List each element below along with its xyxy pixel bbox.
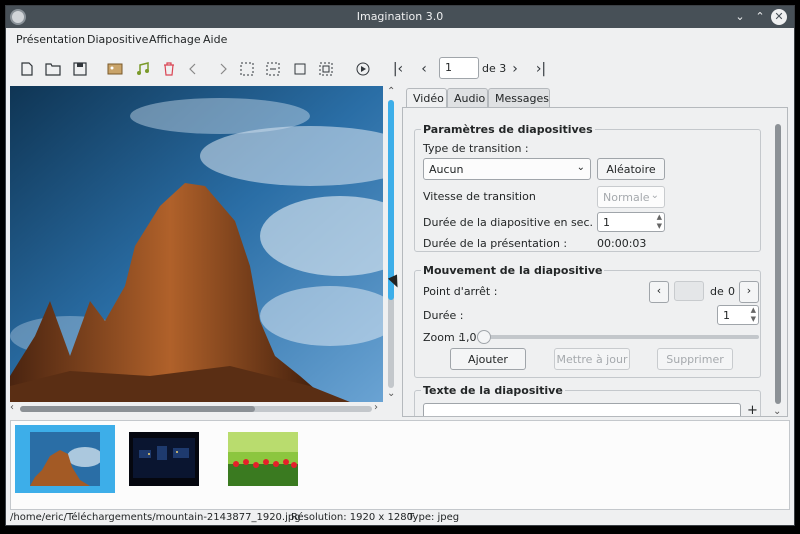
status-bar: /home/eric/Téléchargements/mountain-2143… xyxy=(10,511,790,525)
random-button[interactable]: Aléatoire xyxy=(597,158,665,180)
scroll-left-icon[interactable]: ‹ xyxy=(10,402,14,413)
page-number-input[interactable]: 1 xyxy=(439,57,479,79)
chevron-down-icon: ⌄ xyxy=(650,190,659,201)
title-bar: Imagination 3.0 ⌄ ⌃ ✕ xyxy=(6,6,794,28)
slide-thumbnail-3[interactable] xyxy=(228,432,298,486)
transition-speed-label: Vitesse de transition xyxy=(423,190,536,203)
delete-button[interactable]: Supprimer xyxy=(657,348,733,370)
transition-type-select[interactable]: Aucun ⌄ xyxy=(423,158,591,180)
tab-video[interactable]: Vidéo xyxy=(406,88,447,109)
status-file-path: /home/eric/Téléchargements/mountain-2143… xyxy=(10,512,301,523)
close-icon[interactable]: ✕ xyxy=(771,9,787,25)
scroll-thumb[interactable] xyxy=(775,124,781,404)
stop-total-value: 0 xyxy=(728,285,735,298)
add-button[interactable]: Ajouter xyxy=(450,348,526,370)
zoom-value: 1,0 xyxy=(459,331,477,344)
spin-up-icon[interactable]: ▲ xyxy=(657,213,662,221)
stop-of-label: de xyxy=(710,285,724,298)
tab-messages[interactable]: Messages xyxy=(488,88,550,108)
menu-help[interactable]: Aide xyxy=(203,33,227,46)
zoom-slider-track[interactable] xyxy=(483,335,759,339)
scroll-down-icon[interactable]: ⌄ xyxy=(773,406,781,417)
next-stop-point-icon[interactable]: › xyxy=(739,281,759,303)
previous-stop-point-icon[interactable]: ‹ xyxy=(649,281,669,303)
import-music-icon[interactable] xyxy=(134,60,152,78)
update-button[interactable]: Mettre à jour xyxy=(554,348,630,370)
image-vertical-scrollbar[interactable]: ⌃ ⌄ xyxy=(384,86,398,402)
zoom-label: Zoom : xyxy=(423,331,462,344)
maximize-icon[interactable]: ⌃ xyxy=(752,9,768,25)
duration-spinbox[interactable]: 1 ▲ ▼ xyxy=(717,305,759,325)
duration-label: Durée : xyxy=(423,309,464,322)
slide-thumbnail-strip xyxy=(10,420,790,510)
spin-down-icon[interactable]: ▼ xyxy=(657,222,662,230)
slide-image xyxy=(10,86,383,402)
status-resolution: Résolution: 1920 x 1280 xyxy=(291,512,413,523)
slide-settings-title: Paramètres de diapositives xyxy=(421,123,595,136)
chevron-down-icon: ⌄ xyxy=(576,162,585,173)
scroll-thumb[interactable] xyxy=(388,100,394,300)
slide-text-input[interactable] xyxy=(423,403,741,416)
zoom-icon[interactable] xyxy=(317,60,335,78)
page-count-label: de 3 xyxy=(482,62,507,75)
zoom-slider-handle[interactable] xyxy=(477,330,491,344)
toolbar: |‹ ‹ › ›| xyxy=(6,54,794,84)
rotate-right-icon[interactable] xyxy=(212,60,230,78)
image-horizontal-scrollbar[interactable]: ‹ › xyxy=(10,402,383,416)
plus-icon[interactable]: + xyxy=(747,403,758,416)
unselect-icon[interactable] xyxy=(264,60,282,78)
spin-down-icon[interactable]: ▼ xyxy=(751,315,756,323)
slide-motion-title: Mouvement de la diapositive xyxy=(421,264,605,277)
menu-bar: Présentation Diapositive Affichage Aide xyxy=(6,28,794,50)
panel-vertical-scrollbar[interactable]: ⌄ xyxy=(772,116,784,417)
presentation-duration-value: 00:00:03 xyxy=(597,237,647,250)
save-icon[interactable] xyxy=(71,60,89,78)
presentation-duration-label: Durée de la présentation : xyxy=(423,237,568,250)
slide-duration-spinbox[interactable]: 1 ▲ ▼ xyxy=(597,212,665,232)
video-settings-panel: Paramètres de diapositives Type de trans… xyxy=(402,107,788,417)
open-folder-icon[interactable] xyxy=(44,60,62,78)
app-window: Imagination 3.0 ⌄ ⌃ ✕ Présentation Diapo… xyxy=(5,5,795,526)
delete-icon[interactable] xyxy=(160,60,178,78)
scroll-down-icon[interactable]: ⌄ xyxy=(387,388,395,399)
tab-audio[interactable]: Audio xyxy=(447,88,488,108)
menu-view[interactable]: Affichage xyxy=(149,33,201,46)
scroll-thumb[interactable] xyxy=(20,406,255,412)
next-slide-icon[interactable]: › xyxy=(506,60,524,78)
menu-slide[interactable]: Diapositive xyxy=(87,33,148,46)
select-all-icon[interactable] xyxy=(238,60,256,78)
window-title: Imagination 3.0 xyxy=(356,10,444,23)
play-icon[interactable] xyxy=(354,60,372,78)
import-picture-icon[interactable] xyxy=(106,60,124,78)
zoom-fit-icon[interactable] xyxy=(291,60,309,78)
slide-thumbnail-1[interactable] xyxy=(30,432,100,486)
spin-up-icon[interactable]: ▲ xyxy=(751,306,756,314)
stop-point-input[interactable] xyxy=(674,281,704,301)
transition-speed-select[interactable]: Normale ⌄ xyxy=(597,186,665,208)
previous-slide-icon[interactable]: ‹ xyxy=(415,60,433,78)
transition-type-label: Type de transition : xyxy=(423,142,529,155)
menu-presentation[interactable]: Présentation xyxy=(16,33,85,46)
slide-thumbnail-2[interactable] xyxy=(129,432,199,486)
scroll-right-icon[interactable]: › xyxy=(374,402,378,413)
rotate-left-icon[interactable] xyxy=(186,60,204,78)
slide-duration-label: Durée de la diapositive en sec. : xyxy=(423,216,601,229)
first-slide-icon[interactable]: |‹ xyxy=(389,60,407,78)
slide-text-title: Texte de la diapositive xyxy=(421,384,565,397)
stop-point-label: Point d'arrêt : xyxy=(423,285,498,298)
status-type: Type: jpeg xyxy=(408,512,460,523)
last-slide-icon[interactable]: ›| xyxy=(532,60,550,78)
new-file-icon[interactable] xyxy=(18,60,36,78)
scroll-up-icon[interactable]: ⌃ xyxy=(387,86,395,97)
minimize-icon[interactable]: ⌄ xyxy=(732,9,748,25)
